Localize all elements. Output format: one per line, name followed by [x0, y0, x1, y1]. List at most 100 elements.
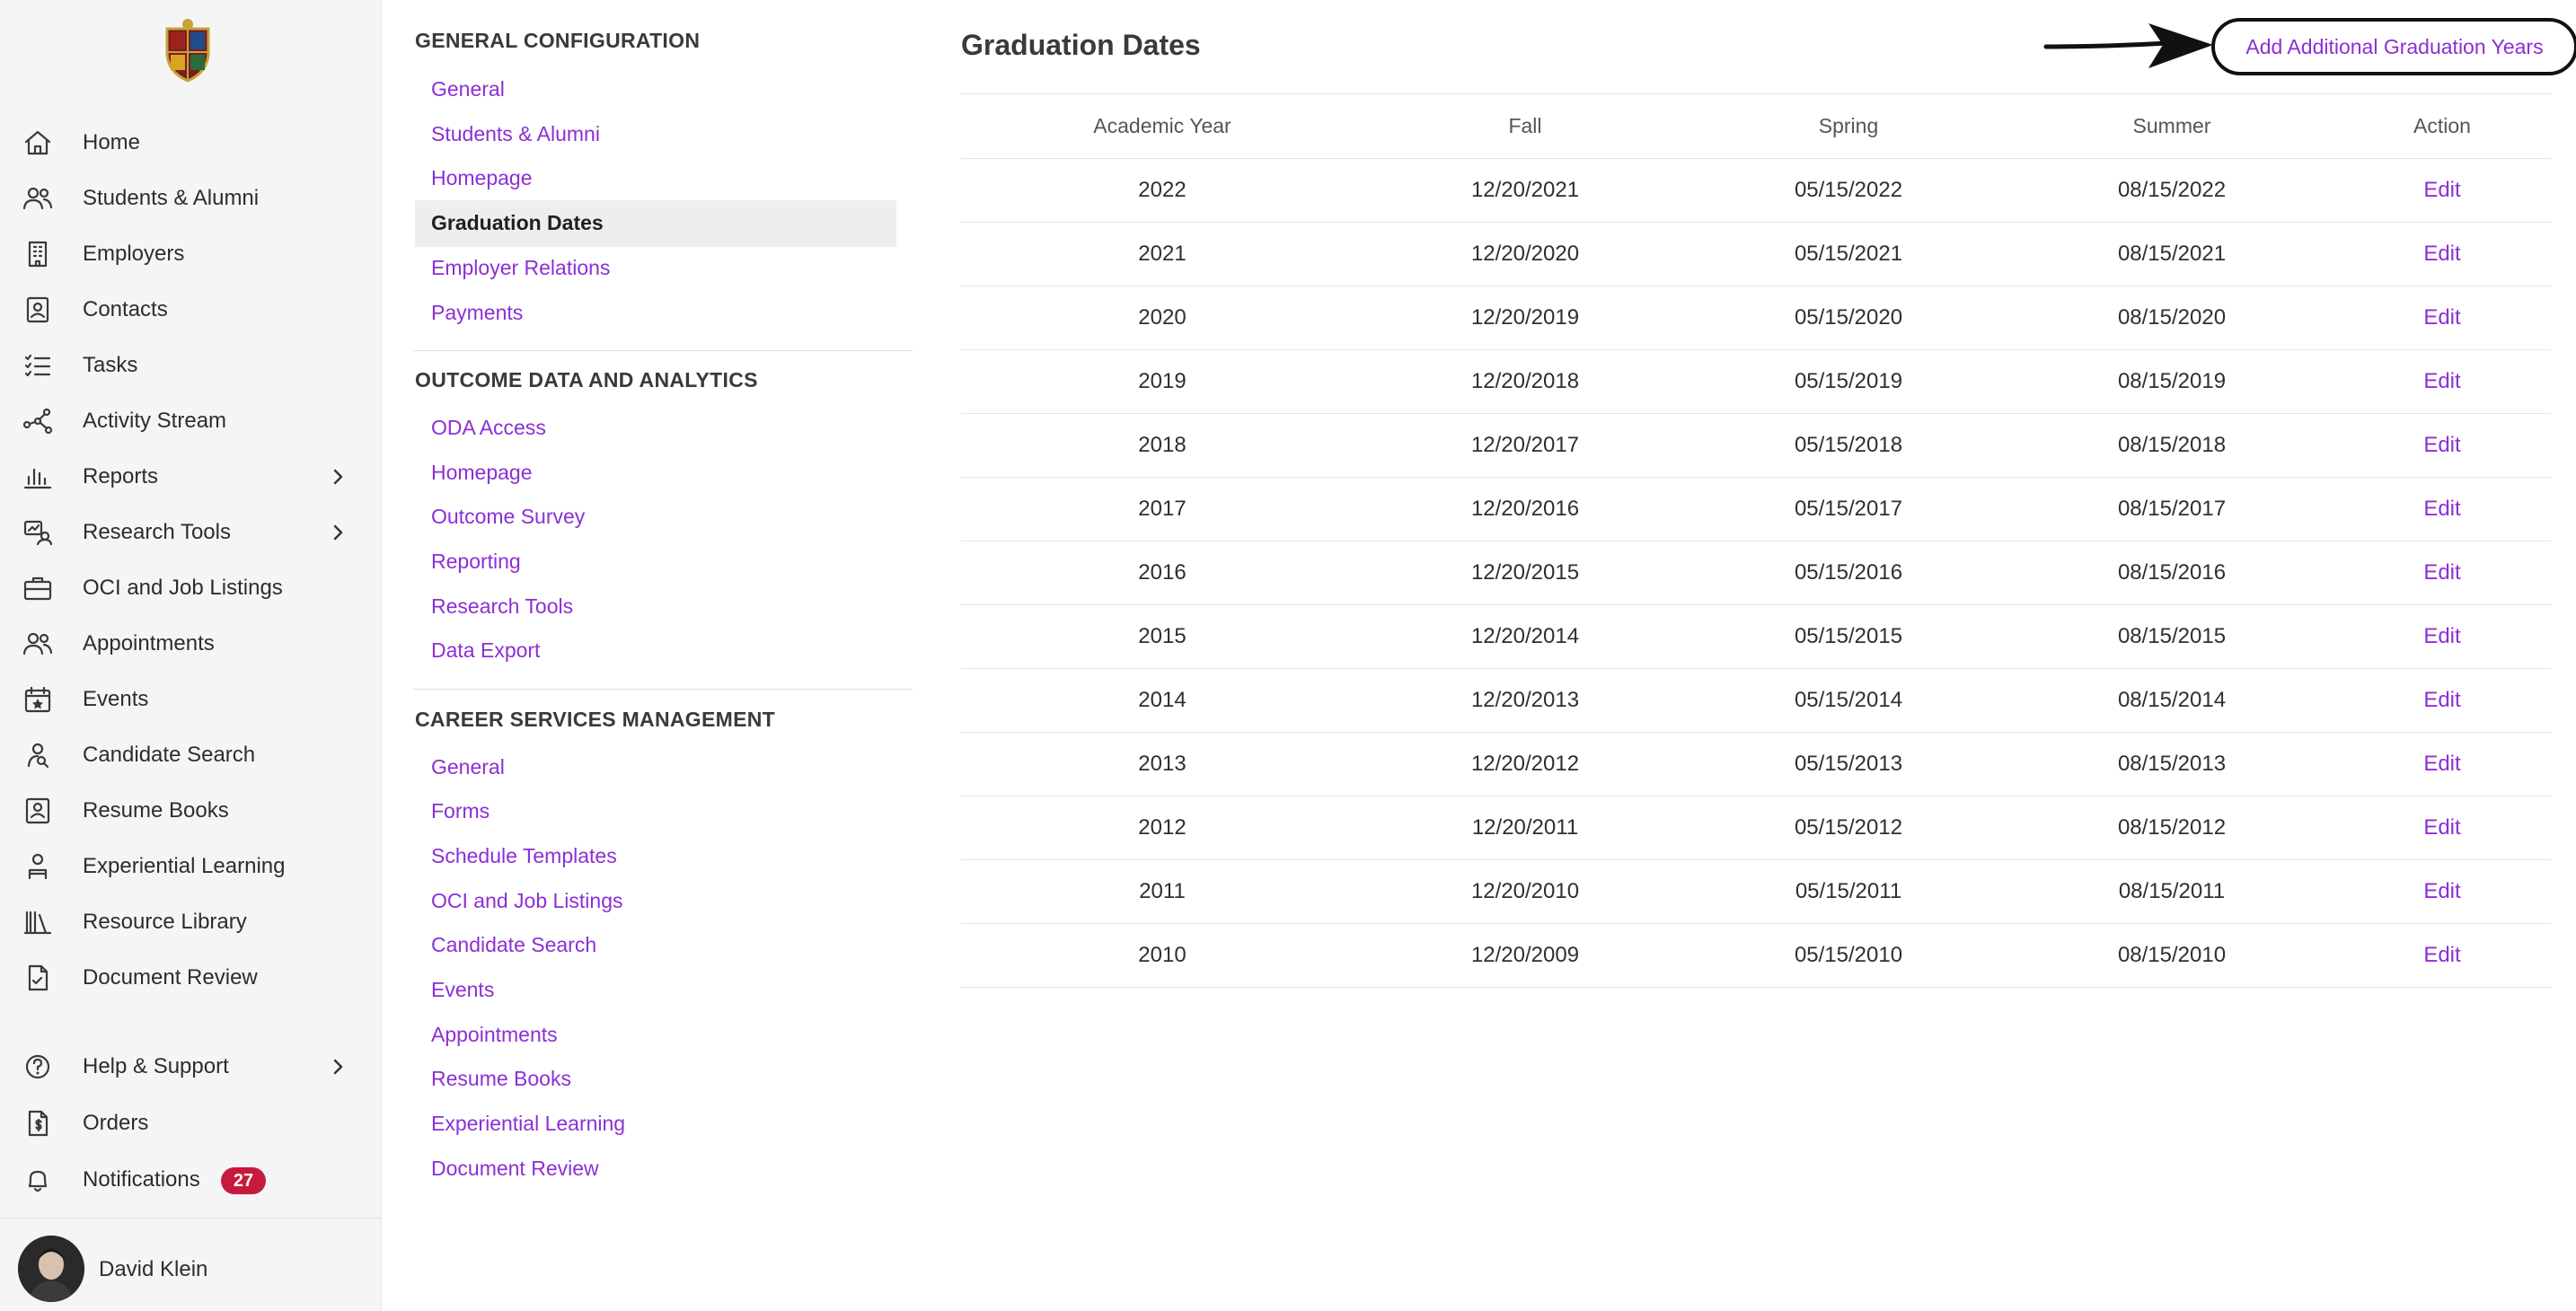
- academic-year-cell: 2012: [961, 796, 1363, 860]
- school-crest-logo[interactable]: [160, 18, 216, 83]
- settings-link-general[interactable]: General: [431, 77, 505, 101]
- column-header-action: Action: [2333, 93, 2551, 159]
- fall-date-cell: 12/20/2010: [1363, 859, 1687, 924]
- edit-link[interactable]: Edit: [2333, 158, 2551, 223]
- settings-link-data-export[interactable]: Data Export: [431, 638, 540, 663]
- settings-link-outcome-survey[interactable]: Outcome Survey: [431, 505, 585, 529]
- sidebar-item-document-review[interactable]: Document Review: [0, 950, 382, 1006]
- table-row: 2011 12/20/2010 05/15/2011 08/15/2011 Edit: [961, 859, 2551, 924]
- building-icon: [22, 240, 54, 268]
- fall-date-cell: 12/20/2016: [1363, 477, 1687, 541]
- edit-link[interactable]: Edit: [2333, 859, 2551, 924]
- edit-link[interactable]: Edit: [2333, 923, 2551, 988]
- sidebar-item-notifications[interactable]: Notifications 27: [0, 1152, 382, 1208]
- sidebar-item-orders[interactable]: Orders: [0, 1095, 382, 1151]
- sidebar-item-employers[interactable]: Employers: [0, 226, 382, 282]
- sidebar-item-appointments[interactable]: Appointments: [0, 616, 382, 672]
- research-icon: [22, 518, 54, 547]
- network-icon: [22, 407, 54, 436]
- fall-date-cell: 12/20/2014: [1363, 604, 1687, 669]
- fall-date-cell: 12/20/2017: [1363, 413, 1687, 478]
- edit-link[interactable]: Edit: [2333, 732, 2551, 796]
- bell-icon: [22, 1166, 54, 1194]
- settings-link-experiential-learning[interactable]: Experiential Learning: [431, 1112, 625, 1136]
- edit-link[interactable]: Edit: [2333, 796, 2551, 860]
- edit-link[interactable]: Edit: [2333, 286, 2551, 350]
- edit-link[interactable]: Edit: [2333, 349, 2551, 414]
- sidebar-item-activity-stream[interactable]: Activity Stream: [0, 393, 382, 449]
- sidebar-item-students-and-alumni[interactable]: Students & Alumni: [0, 171, 382, 226]
- summer-date-cell: 08/15/2016: [2010, 541, 2333, 605]
- edit-link[interactable]: Edit: [2333, 541, 2551, 605]
- sidebar-item-resource-library[interactable]: Resource Library: [0, 894, 382, 950]
- settings-link-research-tools[interactable]: Research Tools: [431, 594, 573, 619]
- settings-link-employer-relations[interactable]: Employer Relations: [431, 256, 610, 280]
- settings-link-reporting[interactable]: Reporting: [431, 550, 521, 574]
- user-name[interactable]: David Klein: [99, 1257, 207, 1282]
- fall-date-cell: 12/20/2015: [1363, 541, 1687, 605]
- settings-link-payments[interactable]: Payments: [431, 301, 523, 325]
- sidebar-item-help-and-support[interactable]: Help & Support: [0, 1039, 382, 1095]
- edit-link[interactable]: Edit: [2333, 668, 2551, 733]
- settings-link-candidate-search[interactable]: Candidate Search: [431, 933, 596, 957]
- settings-link-students-alumni[interactable]: Students & Alumni: [431, 122, 600, 146]
- settings-link-resume-books[interactable]: Resume Books: [431, 1067, 571, 1091]
- home-icon: [22, 128, 54, 157]
- people-icon: [22, 184, 54, 213]
- edit-link[interactable]: Edit: [2333, 413, 2551, 478]
- settings-link-graduation-dates-active[interactable]: Graduation Dates: [415, 200, 896, 247]
- page-title: Graduation Dates: [961, 29, 1201, 61]
- table-row: 2015 12/20/2014 05/15/2015 08/15/2015 Edit: [961, 604, 2551, 669]
- avatar[interactable]: [18, 1236, 84, 1302]
- add-graduation-years-button[interactable]: Add Additional Graduation Years: [2211, 18, 2576, 75]
- summer-date-cell: 08/15/2014: [2010, 668, 2333, 733]
- settings-link-forms[interactable]: Forms: [431, 799, 490, 823]
- settings-link-schedule-templates[interactable]: Schedule Templates: [431, 844, 617, 868]
- edit-link[interactable]: Edit: [2333, 477, 2551, 541]
- settings-link-oda-homepage[interactable]: Homepage: [431, 461, 533, 485]
- edit-link[interactable]: Edit: [2333, 604, 2551, 669]
- sidebar-item-reports[interactable]: Reports: [0, 449, 382, 505]
- contact-card-icon: [22, 295, 54, 324]
- spring-date-cell: 05/15/2010: [1687, 923, 2010, 988]
- sidebar-item-resume-books[interactable]: Resume Books: [0, 783, 382, 839]
- settings-link-oda-access[interactable]: ODA Access: [431, 416, 546, 440]
- sidebar-item-label: Reports: [83, 464, 159, 488]
- sidebar-item-contacts[interactable]: Contacts: [0, 282, 382, 338]
- summer-date-cell: 08/15/2015: [2010, 604, 2333, 669]
- settings-link-events[interactable]: Events: [431, 978, 494, 1002]
- spring-date-cell: 05/15/2011: [1687, 859, 2010, 924]
- fall-date-cell: 12/20/2011: [1363, 796, 1687, 860]
- chevron-right-icon[interactable]: [327, 1056, 348, 1078]
- settings-link-homepage[interactable]: Homepage: [431, 166, 533, 190]
- search-person-icon: [22, 741, 54, 770]
- settings-link-oci-job-listings[interactable]: OCI and Job Listings: [431, 889, 623, 913]
- sidebar-item-label: Students & Alumni: [83, 186, 260, 210]
- sidebar: Home Students & Alumni Employers Contacts Ta…: [0, 0, 382, 1311]
- settings-link-appointments[interactable]: Appointments: [431, 1023, 558, 1047]
- chevron-right-icon[interactable]: [327, 522, 348, 543]
- user-profile[interactable]: David Klein: [0, 1236, 382, 1306]
- section-divider: [413, 350, 913, 351]
- sidebar-item-label: OCI and Job Listings: [83, 576, 283, 600]
- calendar-star-icon: [22, 685, 54, 714]
- table-row: 2019 12/20/2018 05/15/2019 08/15/2019 Edit: [961, 349, 2551, 414]
- sidebar-item-label: Activity Stream: [83, 409, 227, 433]
- chevron-right-icon[interactable]: [327, 466, 348, 488]
- sidebar-item-experiential-learning[interactable]: Experiential Learning: [0, 839, 382, 894]
- sidebar-item-events[interactable]: Events: [0, 672, 382, 727]
- settings-link-csm-general[interactable]: General: [431, 755, 505, 779]
- sidebar-item-research-tools[interactable]: Research Tools: [0, 505, 382, 560]
- book-person-icon: [22, 796, 54, 825]
- sidebar-item-home[interactable]: Home: [0, 115, 382, 171]
- settings-link-document-review[interactable]: Document Review: [431, 1157, 599, 1181]
- library-icon: [22, 908, 54, 937]
- sidebar-item-tasks[interactable]: Tasks: [0, 338, 382, 393]
- sidebar-item-oci-and-job-listings[interactable]: OCI and Job Listings: [0, 560, 382, 616]
- graduation-dates-table: Academic Year Fall Spring Summer Action …: [961, 93, 2551, 988]
- sidebar-item-candidate-search[interactable]: Candidate Search: [0, 727, 382, 783]
- edit-link[interactable]: Edit: [2333, 222, 2551, 286]
- sidebar-item-label: Document Review: [83, 965, 258, 990]
- sidebar-item-label: Events: [83, 687, 149, 711]
- academic-year-cell: 2011: [961, 859, 1363, 924]
